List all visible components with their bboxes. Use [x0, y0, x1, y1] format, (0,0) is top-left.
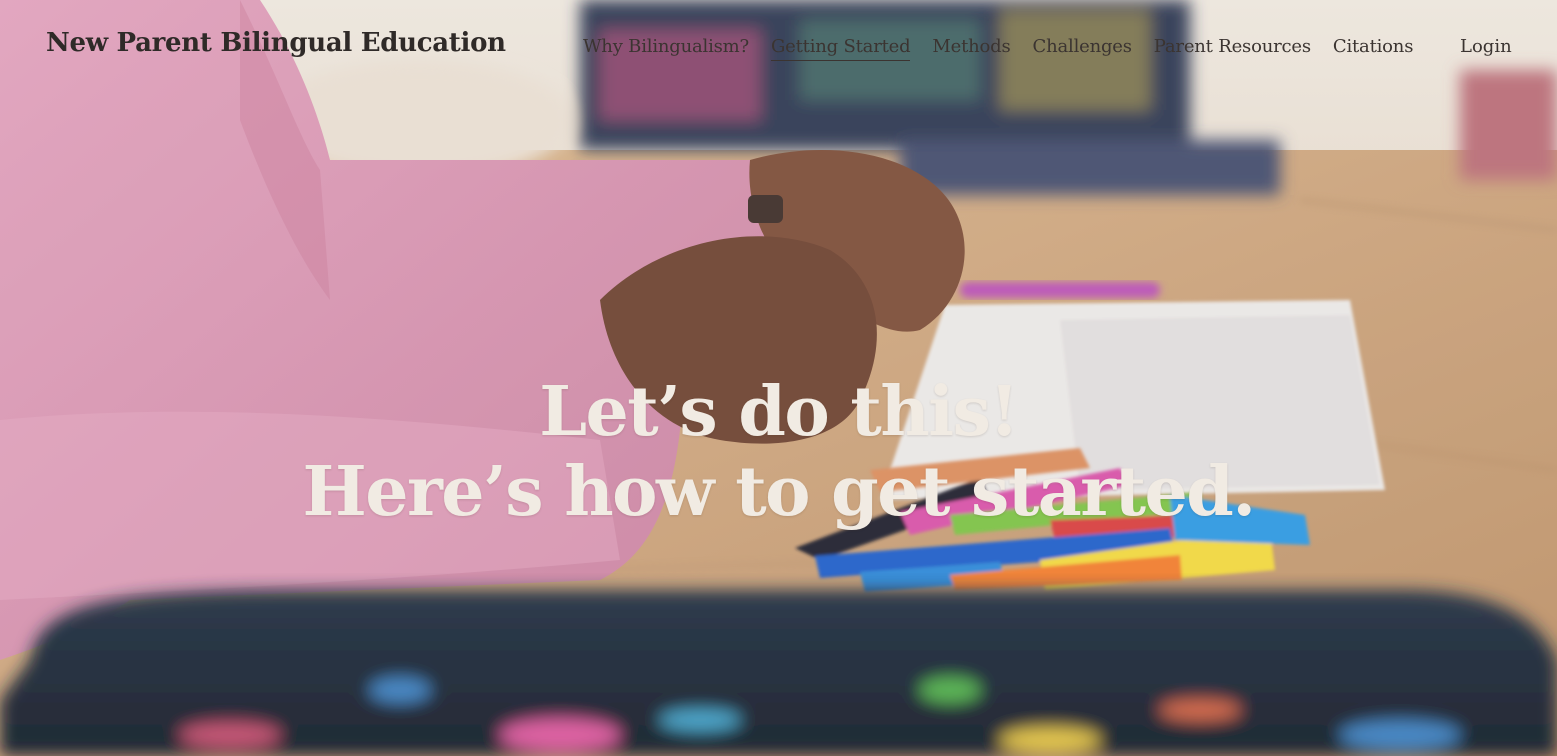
- hero-headline-line-2: Here’s how to get started.: [302, 452, 1256, 532]
- hero-section: New Parent Bilingual Education Why Bilin…: [0, 0, 1557, 756]
- login-link[interactable]: Login: [1460, 36, 1512, 57]
- nav-item-challenges[interactable]: Challenges: [1033, 36, 1132, 61]
- hero-headline-line-1: Let’s do this!: [539, 372, 1019, 452]
- nav-item-methods[interactable]: Methods: [932, 36, 1010, 61]
- main-nav: Why Bilingualism? Getting Started Method…: [583, 36, 1435, 61]
- site-title-link[interactable]: New Parent Bilingual Education: [46, 28, 506, 58]
- nav-item-getting-started[interactable]: Getting Started: [771, 36, 911, 61]
- site-header: New Parent Bilingual Education Why Bilin…: [0, 0, 1557, 96]
- nav-item-parent-resources[interactable]: Parent Resources: [1154, 36, 1311, 61]
- nav-item-why-bilingualism[interactable]: Why Bilingualism?: [583, 36, 749, 61]
- nav-item-citations[interactable]: Citations: [1333, 36, 1414, 61]
- hero-headline: Let’s do this! Here’s how to get started…: [0, 372, 1557, 532]
